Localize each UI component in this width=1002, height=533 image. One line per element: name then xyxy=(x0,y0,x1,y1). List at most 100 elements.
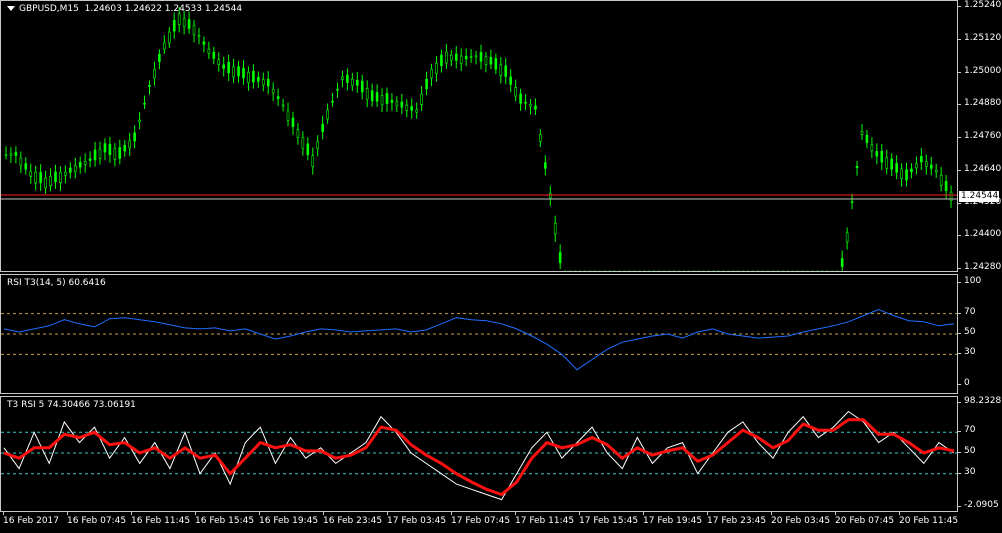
candle xyxy=(83,153,87,173)
candle xyxy=(261,72,265,92)
candle xyxy=(479,44,483,70)
price-tick-label: 1.24520 xyxy=(957,196,1002,207)
candle xyxy=(885,149,889,175)
candle xyxy=(504,57,508,85)
t3-rsi-pane[interactable]: T3 RSI 5 74.30466 73.06191 xyxy=(0,396,958,512)
price-tick-label: 1.24760 xyxy=(957,131,1002,141)
candle xyxy=(346,68,349,91)
candle xyxy=(212,46,216,65)
candle xyxy=(410,98,414,119)
candle xyxy=(316,135,320,157)
time-label: 16 Feb 2017 xyxy=(3,512,60,526)
candle xyxy=(222,56,226,77)
price-tick-label: 1.25240 xyxy=(957,0,1002,10)
candle xyxy=(469,49,473,64)
candle xyxy=(49,168,52,192)
candle xyxy=(281,98,285,112)
candle xyxy=(341,70,344,88)
ohlc-label: 1.24603 1.24622 1.24533 1.24544 xyxy=(84,4,243,14)
candle xyxy=(929,156,933,176)
candle xyxy=(910,163,913,179)
candle xyxy=(895,155,898,180)
candle xyxy=(202,36,206,53)
candle xyxy=(291,111,295,135)
candle xyxy=(311,147,315,175)
chart-title: GBPUSD,M15 1.24603 1.24622 1.24533 1.245… xyxy=(7,4,242,14)
t3-rsi-canvas[interactable] xyxy=(1,397,957,511)
time-axis[interactable]: 16 Feb 2017 16 Feb 07:45 16 Feb 11:45 16 Fe… xyxy=(0,512,958,533)
candle xyxy=(415,102,418,119)
candle xyxy=(88,151,92,168)
candle xyxy=(445,44,448,69)
rsi-scale-label: 100 xyxy=(957,276,982,286)
candle xyxy=(252,64,255,89)
candle xyxy=(163,35,166,55)
candle xyxy=(29,163,33,184)
candle xyxy=(365,80,369,108)
t3-scale-label: 50 xyxy=(957,446,976,456)
candle xyxy=(138,112,141,130)
candle xyxy=(113,143,117,167)
price-tick-label: 1.24400 xyxy=(957,229,1002,240)
candle xyxy=(405,99,409,118)
t3-scale-label: 98.2328 xyxy=(957,396,1002,406)
time-label: 16 Feb 15:45 xyxy=(195,512,255,526)
candle xyxy=(351,72,354,91)
candle xyxy=(544,155,547,176)
candle xyxy=(98,141,102,165)
candle xyxy=(326,103,329,124)
candle xyxy=(390,93,394,111)
t3-rsi-scale[interactable]: 98.2328 70 50 30 -2.0905 xyxy=(957,396,1002,512)
candle xyxy=(69,162,72,179)
candle xyxy=(529,99,532,115)
candle xyxy=(875,143,879,165)
candle xyxy=(197,27,201,45)
candle xyxy=(14,146,18,164)
chart-menu-icon[interactable] xyxy=(7,6,15,11)
candle xyxy=(242,60,245,85)
candle xyxy=(860,124,864,141)
candle xyxy=(331,93,334,107)
rsi-canvas[interactable] xyxy=(1,275,957,393)
candle xyxy=(167,27,171,48)
candle xyxy=(925,154,928,175)
time-label: 17 Feb 15:45 xyxy=(579,512,639,526)
time-label: 16 Feb 11:45 xyxy=(131,512,191,526)
rsi-line xyxy=(3,308,955,371)
candle xyxy=(890,153,893,176)
candle xyxy=(425,71,428,96)
price-chart-pane[interactable]: GBPUSD,M15 1.24603 1.24622 1.24533 1.245… xyxy=(0,0,958,272)
candle xyxy=(484,51,488,73)
candle xyxy=(385,87,389,112)
time-label: 17 Feb 03:45 xyxy=(387,512,447,526)
candle xyxy=(93,141,97,167)
time-label: 20 Feb 03:45 xyxy=(771,512,831,526)
price-axis[interactable]: 1.24544 1.25240 1.25120 1.25000 1.24880 1.24… xyxy=(957,0,1002,272)
candle xyxy=(336,82,339,98)
candle xyxy=(920,148,923,171)
time-label: 17 Feb 07:45 xyxy=(451,512,511,526)
time-label: 16 Feb 07:45 xyxy=(67,512,127,526)
candle xyxy=(435,55,438,82)
candle xyxy=(450,49,453,67)
rsi-scale-label: 70 xyxy=(957,306,976,317)
candle xyxy=(548,185,552,207)
candle xyxy=(44,170,47,194)
candle xyxy=(78,156,82,174)
candle xyxy=(306,137,310,161)
price-tick-label: 1.24280 xyxy=(957,262,1002,272)
price-chart-canvas[interactable] xyxy=(1,1,957,271)
candle xyxy=(558,244,562,270)
candle xyxy=(494,53,498,75)
candle xyxy=(514,79,517,102)
rsi-scale[interactable]: 100 70 50 30 0 xyxy=(957,274,1002,394)
candle xyxy=(9,147,13,164)
rsi-pane[interactable]: RSI T3(14, 5) 60.6416 xyxy=(0,274,958,394)
candle xyxy=(187,11,191,34)
time-label: 20 Feb 07:45 xyxy=(835,512,895,526)
candle xyxy=(276,88,280,106)
candle xyxy=(257,71,260,88)
candle xyxy=(420,86,423,112)
price-tick-label: 1.25120 xyxy=(957,32,1002,43)
candle xyxy=(172,12,176,39)
